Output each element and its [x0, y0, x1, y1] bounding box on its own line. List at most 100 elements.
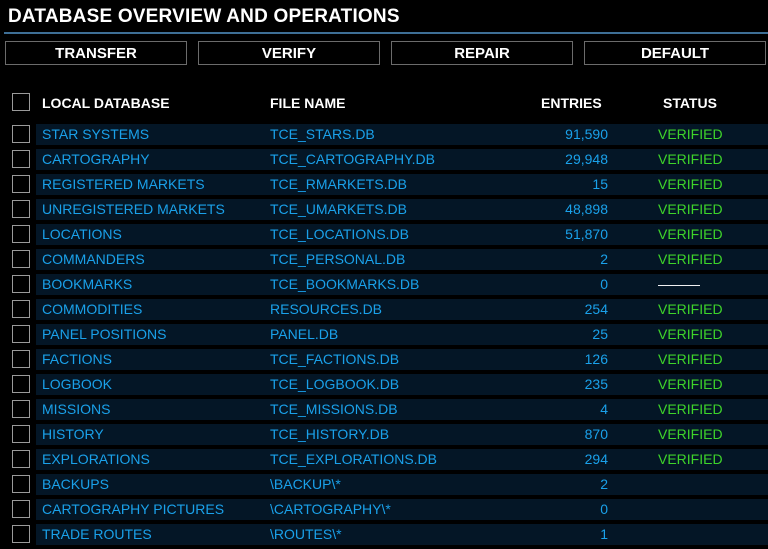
database-name: BACKUPS: [42, 476, 109, 492]
file-name: TCE_BOOKMARKS.DB: [270, 276, 420, 292]
row-checkbox[interactable]: [12, 500, 30, 518]
database-name: EXPLORATIONS: [42, 451, 150, 467]
file-name: TCE_RMARKETS.DB: [270, 176, 407, 192]
database-name: LOCATIONS: [42, 226, 122, 242]
entry-count: 48,898: [565, 201, 608, 217]
database-name: CARTOGRAPHY: [42, 151, 150, 167]
file-name: TCE_HISTORY.DB: [270, 426, 390, 442]
entry-count: 294: [584, 451, 608, 467]
entry-count: 0: [600, 276, 608, 292]
entry-count: 0: [600, 501, 608, 517]
entry-count: 2: [600, 476, 608, 492]
entry-count: 126: [584, 351, 608, 367]
file-name: TCE_STARS.DB: [270, 126, 375, 142]
table-row[interactable]: CARTOGRAPHY TCE_CARTOGRAPHY.DB 29,948 VERIF…: [36, 149, 768, 170]
row-checkbox[interactable]: [12, 325, 30, 343]
row-checkbox[interactable]: [12, 450, 30, 468]
database-name: LOGBOOK: [42, 376, 113, 392]
table-row[interactable]: PANEL POSITIONS PANEL.DB 25 VERIFIED: [36, 324, 768, 345]
database-name: FACTIONS: [42, 351, 113, 367]
database-name: REGISTERED MARKETS: [42, 176, 205, 192]
entry-count: 870: [584, 426, 608, 442]
table-row[interactable]: REGISTERED MARKETS TCE_RMARKETS.DB 15 VERIF…: [36, 174, 768, 195]
status-text: VERIFIED: [658, 176, 723, 192]
row-checkbox[interactable]: [12, 375, 30, 393]
file-name: \ROUTES\*: [270, 526, 342, 542]
status-text: VERIFIED: [658, 301, 723, 317]
header-local-database: LOCAL DATABASE: [42, 95, 170, 111]
file-name: TCE_LOGBOOK.DB: [270, 376, 400, 392]
table-row[interactable]: TRADE ROUTES \ROUTES\* 1: [36, 524, 768, 545]
database-name: MISSIONS: [42, 401, 111, 417]
status-text: ———: [658, 276, 700, 292]
table-row[interactable]: UNREGISTERED MARKETS TCE_UMARKETS.DB 48,89…: [36, 199, 768, 220]
repair-button[interactable]: REPAIR: [391, 41, 573, 65]
header-entries: ENTRIES: [541, 95, 602, 111]
row-checkbox[interactable]: [12, 150, 30, 168]
file-name: PANEL.DB: [270, 326, 339, 342]
status-text: VERIFIED: [658, 126, 723, 142]
table-row[interactable]: BOOKMARKS TCE_BOOKMARKS.DB 0 ———: [36, 274, 768, 295]
status-text: VERIFIED: [658, 426, 723, 442]
row-checkbox[interactable]: [12, 250, 30, 268]
default-button[interactable]: DEFAULT: [584, 41, 766, 65]
header-file-name: FILE NAME: [270, 95, 346, 111]
entry-count: 15: [592, 176, 608, 192]
table-row[interactable]: LOCATIONS TCE_LOCATIONS.DB 51,870 VERIFIED: [36, 224, 768, 245]
entry-count: 4: [600, 401, 608, 417]
status-text: VERIFIED: [658, 351, 723, 367]
row-checkbox[interactable]: [12, 125, 30, 143]
row-checkbox[interactable]: [12, 300, 30, 318]
table-row[interactable]: FACTIONS TCE_FACTIONS.DB 126 VERIFIED: [36, 349, 768, 370]
row-checkbox[interactable]: [12, 175, 30, 193]
row-checkbox[interactable]: [12, 400, 30, 418]
page-title: DATABASE OVERVIEW AND OPERATIONS: [8, 6, 400, 27]
row-checkbox[interactable]: [12, 475, 30, 493]
file-name: \CARTOGRAPHY\*: [270, 501, 391, 517]
table-row[interactable]: HISTORY TCE_HISTORY.DB 870 VERIFIED: [36, 424, 768, 445]
database-name: TRADE ROUTES: [42, 526, 152, 542]
select-all-checkbox[interactable]: [12, 93, 30, 111]
table-row[interactable]: STAR SYSTEMS TCE_STARS.DB 91,590 VERIFIED: [36, 124, 768, 145]
status-text: VERIFIED: [658, 401, 723, 417]
transfer-button[interactable]: TRANSFER: [5, 41, 187, 65]
entry-count: 29,948: [565, 151, 608, 167]
table-row[interactable]: EXPLORATIONS TCE_EXPLORATIONS.DB 294 VERIFI…: [36, 449, 768, 470]
table-row[interactable]: CARTOGRAPHY PICTURES \CARTOGRAPHY\* 0: [36, 499, 768, 520]
database-name: BOOKMARKS: [42, 276, 133, 292]
database-name: STAR SYSTEMS: [42, 126, 150, 142]
database-name: CARTOGRAPHY PICTURES: [42, 501, 225, 517]
table-row[interactable]: MISSIONS TCE_MISSIONS.DB 4 VERIFIED: [36, 399, 768, 420]
file-name: TCE_EXPLORATIONS.DB: [270, 451, 438, 467]
file-name: TCE_MISSIONS.DB: [270, 401, 398, 417]
status-text: VERIFIED: [658, 376, 723, 392]
file-name: TCE_FACTIONS.DB: [270, 351, 400, 367]
database-name: COMMODITIES: [42, 301, 143, 317]
file-name: TCE_LOCATIONS.DB: [270, 226, 409, 242]
status-text: VERIFIED: [658, 151, 723, 167]
row-checkbox[interactable]: [12, 275, 30, 293]
table-row[interactable]: COMMODITIES RESOURCES.DB 254 VERIFIED: [36, 299, 768, 320]
status-text: VERIFIED: [658, 201, 723, 217]
database-name: COMMANDERS: [42, 251, 145, 267]
table-row[interactable]: COMMANDERS TCE_PERSONAL.DB 2 VERIFIED: [36, 249, 768, 270]
table-row[interactable]: LOGBOOK TCE_LOGBOOK.DB 235 VERIFIED: [36, 374, 768, 395]
database-name: UNREGISTERED MARKETS: [42, 201, 225, 217]
file-name: TCE_CARTOGRAPHY.DB: [270, 151, 435, 167]
verify-button[interactable]: VERIFY: [198, 41, 380, 65]
table-row[interactable]: BACKUPS \BACKUP\* 2: [36, 474, 768, 495]
entry-count: 2: [600, 251, 608, 267]
entry-count: 25: [592, 326, 608, 342]
database-name: HISTORY: [42, 426, 104, 442]
status-text: VERIFIED: [658, 251, 723, 267]
row-checkbox[interactable]: [12, 200, 30, 218]
file-name: TCE_PERSONAL.DB: [270, 251, 406, 267]
row-checkbox[interactable]: [12, 225, 30, 243]
file-name: TCE_UMARKETS.DB: [270, 201, 407, 217]
file-name: \BACKUP\*: [270, 476, 341, 492]
row-checkbox[interactable]: [12, 525, 30, 543]
status-text: VERIFIED: [658, 226, 723, 242]
row-checkbox[interactable]: [12, 350, 30, 368]
row-checkbox[interactable]: [12, 425, 30, 443]
title-divider: [4, 32, 768, 34]
